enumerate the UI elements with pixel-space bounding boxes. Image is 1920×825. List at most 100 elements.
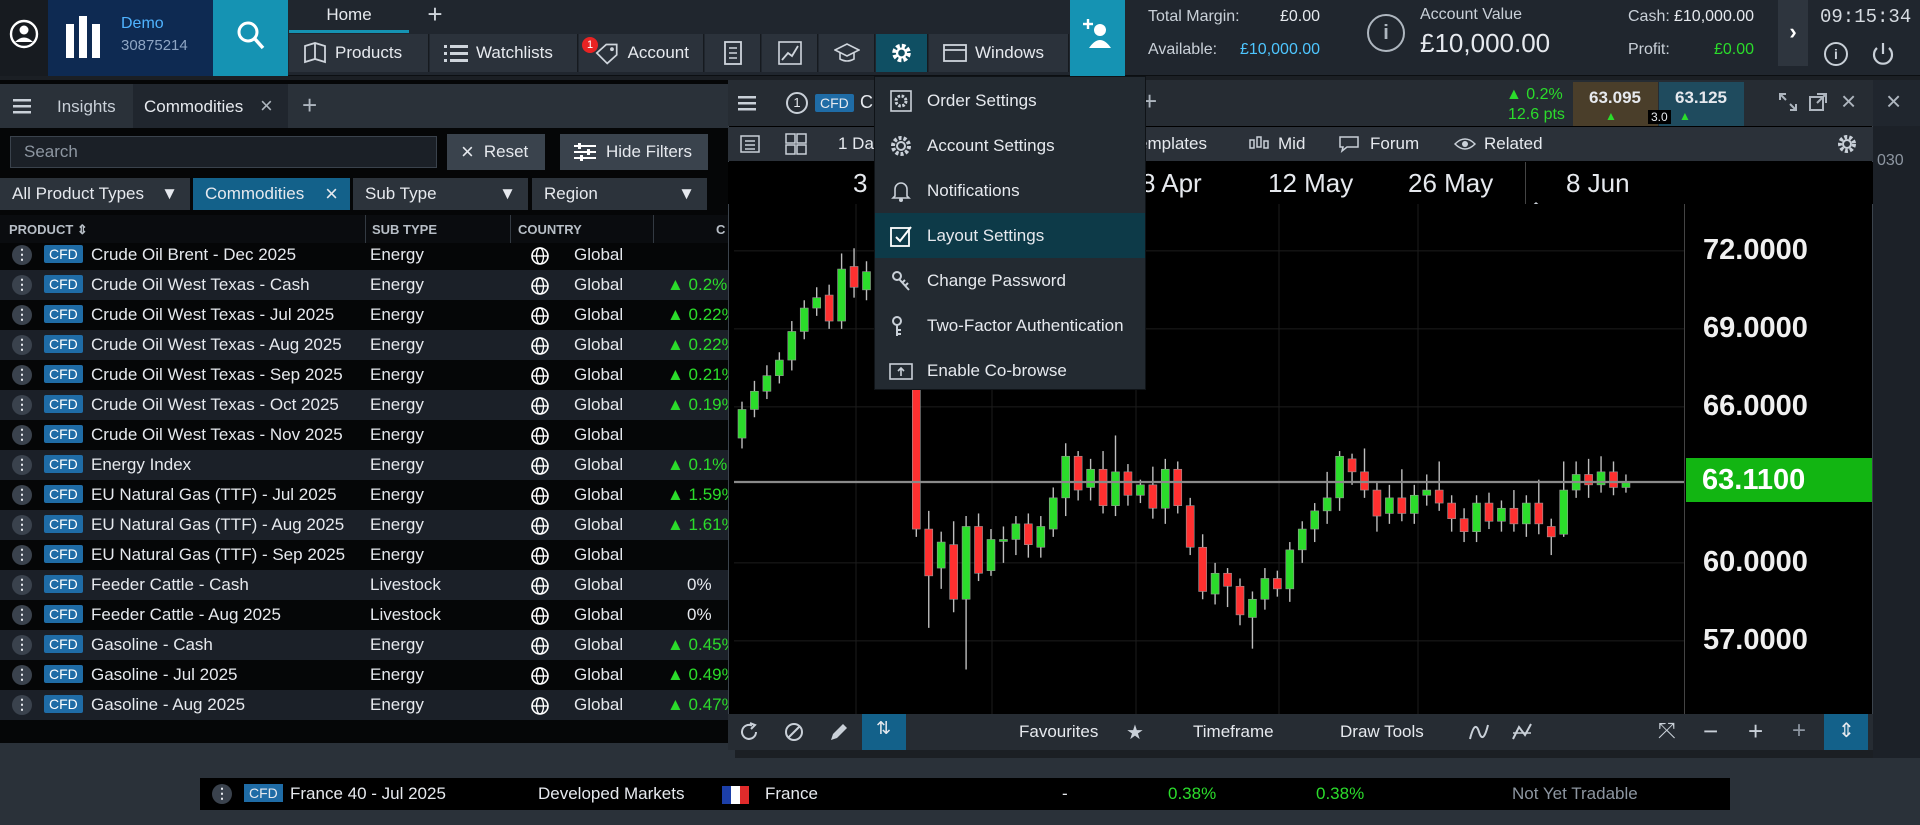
popout-icon[interactable] (1808, 92, 1828, 112)
table-row[interactable]: ⋮ CFD Crude Oil Brent - Dec 2025 Energy Glob… (0, 240, 728, 270)
menu-layout-settings[interactable]: Layout Settings (875, 213, 1145, 258)
row-menu-icon[interactable]: ⋮ (12, 395, 32, 415)
interval-select[interactable]: 1 Da (838, 134, 874, 154)
pattern-icon[interactable] (1511, 721, 1533, 743)
menu-change-password[interactable]: Change Password (875, 258, 1145, 303)
menu-account-settings[interactable]: Account Settings (875, 123, 1145, 168)
row-menu-icon[interactable]: ⋮ (12, 275, 32, 295)
settings-button[interactable] (876, 34, 928, 72)
menu-order-settings[interactable]: Order Settings (875, 78, 1145, 123)
row-menu-icon[interactable]: ⋮ (12, 485, 32, 505)
table-row[interactable]: ⋮ CFD Feeder Cattle - Aug 2025 Livestock Glo… (0, 600, 728, 630)
table-row[interactable]: ⋮ CFD Gasoline - Aug 2025 Energy Global ▲ 0.4… (0, 690, 728, 720)
table-row[interactable]: ⋮ CFD Crude Oil West Texas - Oct 2025 Energ… (0, 390, 728, 420)
expand-arrow-icon[interactable]: › (1778, 0, 1808, 66)
sell-price-button[interactable]: 63.095 ▲ (1573, 82, 1658, 126)
price-axis-divider (1684, 204, 1685, 714)
power-icon[interactable] (1870, 41, 1896, 67)
candle-body (824, 294, 834, 322)
zoom-in-icon[interactable]: + (1748, 716, 1763, 747)
windows-button[interactable]: Windows (929, 34, 1069, 72)
row-menu-icon[interactable]: ⋮ (12, 335, 32, 355)
maximize-icon[interactable] (1778, 92, 1798, 112)
zoom-out-icon[interactable]: − (1703, 716, 1718, 747)
scale-toggle-button[interactable]: ⇅ (862, 714, 906, 750)
help-icon[interactable]: i (1824, 42, 1848, 66)
draw-tools-button[interactable]: Draw Tools (1340, 722, 1424, 742)
table-row[interactable]: ⋮ CFD Crude Oil West Texas - Aug 2025 Energ… (0, 330, 728, 360)
related-button[interactable]: Related (1484, 134, 1543, 154)
menu-two-factor[interactable]: Two-Factor Authentication (875, 303, 1145, 348)
table-row[interactable]: ⋮ CFD Gasoline - Cash Energy Global ▲ 0.45% (0, 630, 728, 660)
globe-icon (531, 397, 549, 415)
row-menu-icon[interactable]: ⋮ (12, 605, 32, 625)
fit-icon[interactable]: ⤧ (1658, 718, 1676, 744)
table-row[interactable]: ⋮ CFD Crude Oil West Texas - Nov 2025 Energ… (0, 420, 728, 450)
templates-button[interactable]: emplates (1138, 134, 1207, 154)
eye-icon[interactable] (1454, 136, 1476, 152)
row-menu-icon[interactable]: ⋮ (12, 545, 32, 565)
table-row[interactable]: ⋮ CFD Energy Index Energy Global ▲ 0.1% (0, 450, 728, 480)
favourites-button[interactable]: Favourites (1019, 722, 1098, 742)
table-row[interactable]: ⋮ CFD Feeder Cattle - Cash Livestock Global 0… (0, 570, 728, 600)
gear-icon[interactable] (1836, 133, 1858, 155)
horizontal-scrollbar[interactable] (0, 743, 735, 758)
row-menu-icon[interactable]: ⋮ (12, 425, 32, 445)
indicator-icon[interactable] (1468, 721, 1490, 743)
row-menu-icon[interactable]: ⋮ (12, 635, 32, 655)
product-subtype: Energy (370, 335, 424, 354)
menu-notifications[interactable]: Notifications (875, 168, 1145, 213)
row-menu-icon[interactable]: ⋮ (12, 305, 32, 325)
candle-body (1086, 468, 1095, 488)
product-country: Global (574, 305, 624, 324)
close-icon[interactable]: × (1886, 86, 1901, 117)
layout-grid-icon[interactable] (785, 133, 807, 155)
table-row[interactable]: ⋮ CFD EU Natural Gas (TTF) - Aug 2025 Energ… (0, 510, 728, 540)
row-menu-icon[interactable]: ⋮ (212, 784, 232, 804)
menu-item-label: Order Settings (927, 90, 1037, 110)
link-group-icon[interactable]: 1 (786, 92, 808, 114)
close-icon[interactable]: × (1841, 86, 1856, 117)
chat-icon[interactable] (1338, 135, 1360, 153)
block-icon[interactable] (783, 721, 805, 743)
table-row[interactable]: ⋮ CFD France 40 - Jul 2025 Developed Mar… (200, 778, 1730, 810)
star-icon[interactable]: ★ (1126, 720, 1144, 745)
chart-tools-button[interactable] (762, 34, 818, 72)
refresh-icon[interactable] (738, 721, 760, 743)
date-label: 8 Apr (1141, 168, 1202, 198)
menu-icon[interactable] (738, 95, 756, 111)
table-row[interactable]: ⋮ CFD Crude Oil West Texas - Sep 2025 Energ… (0, 360, 728, 390)
table-row[interactable]: ⋮ CFD Gasoline - Jul 2025 Energy Global ▲ 0.4… (0, 660, 728, 690)
date-label: 12 May (1268, 168, 1354, 198)
timeframe-button[interactable]: Timeframe (1193, 722, 1274, 742)
table-row[interactable]: ⋮ CFD Crude Oil West Texas - Cash Energy Glo… (0, 270, 728, 300)
product-subtype: Energy (370, 305, 424, 324)
candles-icon[interactable] (1248, 135, 1270, 153)
info-icon[interactable]: i (1367, 14, 1405, 52)
product-change: ▲ 1.59% (667, 485, 728, 504)
row-menu-icon[interactable]: ⋮ (12, 575, 32, 595)
table-row[interactable]: ⋮ CFD EU Natural Gas (TTF) - Sep 2025 Energ… (0, 540, 728, 570)
list-icon[interactable] (740, 135, 760, 153)
auto-scale-button[interactable]: ⇕ (1824, 714, 1868, 750)
row-menu-icon[interactable]: ⋮ (12, 455, 32, 475)
crosshair-icon[interactable]: + (1792, 717, 1806, 745)
row-menu-icon[interactable]: ⋮ (12, 365, 32, 385)
menu-item-label: Notifications (927, 180, 1020, 200)
product-table: ⋮ CFD Crude Oil Brent - Dec 2025 Energy Glob… (0, 0, 728, 740)
buy-price-button[interactable]: 63.125 ▲ (1659, 82, 1744, 126)
row-menu-icon[interactable]: ⋮ (12, 245, 32, 265)
row-menu-icon[interactable]: ⋮ (12, 515, 32, 535)
forum-button[interactable]: Forum (1370, 134, 1419, 154)
table-row[interactable]: ⋮ CFD EU Natural Gas (TTF) - Jul 2025 Energ… (0, 480, 728, 510)
table-row[interactable]: ⋮ CFD Crude Oil West Texas - Jul 2025 Energ… (0, 300, 728, 330)
add-account-button[interactable] (1070, 0, 1125, 76)
cfd-badge: CFD (44, 575, 83, 593)
learn-button[interactable] (819, 34, 875, 72)
candle-body (787, 331, 797, 361)
menu-co-browse[interactable]: Enable Co-browse (875, 348, 1145, 393)
pencil-icon[interactable] (828, 721, 850, 743)
row-menu-icon[interactable]: ⋮ (12, 695, 32, 715)
mid-button[interactable]: Mid (1278, 134, 1305, 154)
row-menu-icon[interactable]: ⋮ (12, 665, 32, 685)
